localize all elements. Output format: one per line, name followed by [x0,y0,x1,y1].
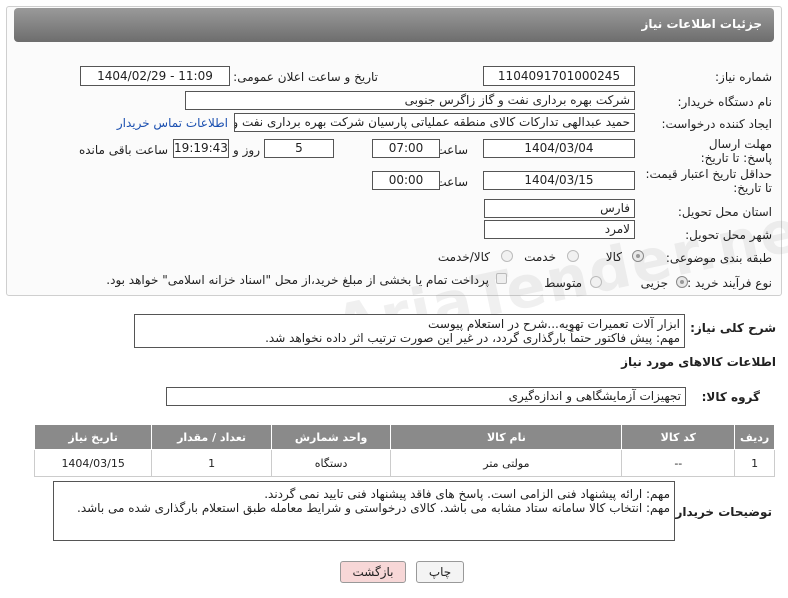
col-row: ردیف [734,424,775,450]
description-line-1: ابزار آلات تعمیرات تهویه...شرح در استعلا… [428,317,680,331]
province-field: فارس [484,199,635,218]
treasury-payment-checkbox[interactable] [496,273,507,284]
announce-datetime-field: 1404/02/29 - 11:09 [80,66,230,86]
category-label: طبقه بندی موضوعی: [665,251,772,265]
announce-label: تاریخ و ساعت اعلان عمومی: [233,70,378,84]
buyer-notes-line-2: مهم: انتخاب کالا سامانه ستاد مشابه می با… [77,501,670,515]
category-option-goods: کالا [605,250,622,264]
table-row: 1 -- مولتی متر دستگاه 1 1404/03/15 [33,449,775,477]
print-button[interactable]: چاپ [416,561,464,583]
col-qty: تعداد / مقدار [151,424,272,450]
days-label: روز و [233,143,260,157]
buyer-notes-line-1: مهم: ارائه پیشنهاد فنی الزامی است. پاسخ … [264,487,670,501]
city-label: شهر محل تحویل: [685,228,772,242]
goods-table-header: ردیف کد کالا نام کالا واحد شمارش تعداد /… [33,424,775,450]
creator-field: حمید عبدالهی تدارکات کالای منطقه عملیاتی… [234,113,635,132]
buyer-notes-textarea[interactable]: مهم: ارائه پیشنهاد فنی الزامی است. پاسخ … [53,481,675,541]
cell-qty: 1 [151,449,272,477]
description-textarea[interactable]: ابزار آلات تعمیرات تهویه...شرح در استعلا… [134,314,685,348]
creator-label: ایجاد کننده درخواست: [661,117,772,131]
need-number-label: شماره نیاز: [715,70,772,84]
remaining-time-field: 19:19:43 [173,139,229,158]
category-option-goods-service: کالا/خدمت [437,250,490,264]
col-unit: واحد شمارش [270,424,392,450]
page-title: جزئیات اطلاعات نیاز [641,17,762,31]
cell-code: -- [621,449,736,477]
validity-label: حداقل تاریخ اعتبار قیمت: تا تاریخ: [645,167,772,195]
category-radio-service[interactable] [567,250,579,262]
remaining-label: ساعت باقی مانده [78,143,168,157]
validity-time-field: 00:00 [372,171,440,190]
validity-hour-label: ساعت [435,175,468,189]
buyer-label: نام دستگاه خریدار: [677,95,773,109]
goods-group-field: تجهیزات آزمایشگاهی و اندازه‌گیری [166,387,686,406]
process-label: نوع فرآیند خرید : [687,276,772,290]
province-label: استان محل تحویل: [677,205,772,219]
days-field: 5 [264,139,334,158]
col-date: تاریخ نیاز [33,424,153,450]
process-radio-minor[interactable] [676,276,688,288]
col-name: نام کالا [390,424,623,450]
cell-name: مولتی متر [390,449,623,477]
cell-row: 1 [734,449,775,477]
process-radio-medium[interactable] [590,276,602,288]
description-label: شرح کلی نیاز: [690,321,776,335]
category-option-service: خدمت [524,250,556,264]
deadline-date-field: 1404/03/04 [483,139,635,158]
back-button[interactable]: بازگشت [340,561,406,583]
goods-table: ردیف کد کالا نام کالا واحد شمارش تعداد /… [33,424,775,477]
col-code: کد کالا [621,424,736,450]
page-header: جزئیات اطلاعات نیاز [14,8,774,42]
process-option-medium: متوسط [544,276,582,290]
city-field: لامرد [484,220,635,239]
buyer-field: شرکت بهره برداری نفت و گاز زاگرس جنوبی [185,91,635,110]
description-line-2: مهم: پیش فاکتور حتماً بارگذاری گردد، در … [265,331,680,345]
buyer-notes-label: توضیحات خریدار: [670,505,772,519]
goods-group-label: گروه کالا: [701,390,760,404]
deadline-label: مهلت ارسال پاسخ: تا تاریخ: [700,137,772,165]
category-radio-goods[interactable] [632,250,644,262]
contact-buyer-link[interactable]: اطلاعات تماس خریدار [117,116,228,130]
deadline-hour-label: ساعت [435,143,468,157]
deadline-time-field: 07:00 [372,139,440,158]
category-radio-goods-service[interactable] [501,250,513,262]
cell-date: 1404/03/15 [33,449,153,477]
process-option-minor: جزیی [640,276,668,290]
goods-section-title: اطلاعات کالاهای مورد نیاز [621,355,776,369]
validity-date-field: 1404/03/15 [483,171,635,190]
treasury-payment-note: پرداخت تمام یا بخشی از مبلغ خرید،از محل … [106,273,489,287]
cell-unit: دستگاه [270,449,392,477]
need-number-field: 1104091701000245 [483,66,635,86]
